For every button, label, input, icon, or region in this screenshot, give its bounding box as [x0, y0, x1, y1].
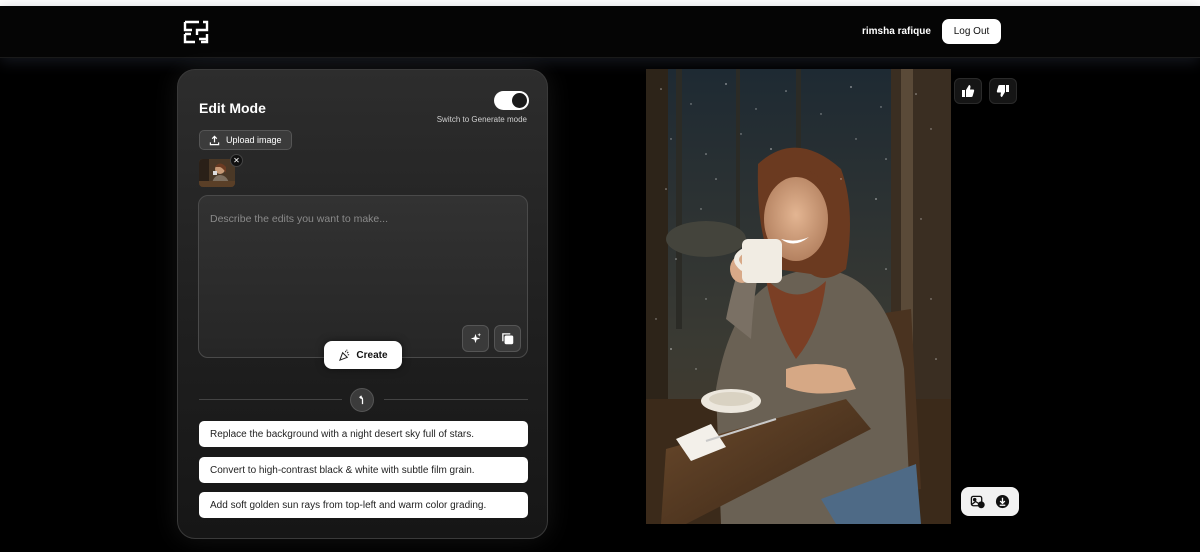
edit-prompt-input[interactable]	[210, 209, 510, 229]
edit-panel: Edit Mode Switch to Generate mode Upload…	[177, 69, 548, 539]
image-action-pill	[961, 487, 1019, 516]
username-label: rimsha rafique	[862, 26, 931, 37]
toggle-knob	[512, 93, 527, 108]
download-icon	[995, 494, 1009, 509]
undo-arrow-icon	[358, 394, 363, 404]
suggestion-item[interactable]: Convert to high-contrast black & white w…	[199, 457, 528, 483]
toggle-label: Switch to Generate mode	[436, 115, 527, 124]
top-navbar: rimsha rafique Log Out	[0, 6, 1200, 58]
thumbs-up-icon	[962, 85, 975, 97]
suggestion-item[interactable]: Add soft golden sun rays from top-left a…	[199, 492, 528, 518]
upload-label: Upload image	[226, 135, 282, 145]
download-button[interactable]	[994, 494, 1010, 510]
use-as-input-button[interactable]	[970, 494, 986, 510]
thumbs-down-icon	[996, 85, 1009, 97]
image-edit-icon	[970, 495, 985, 509]
mode-toggle[interactable]	[494, 91, 529, 110]
divider-right	[384, 399, 528, 400]
divider-left	[199, 399, 342, 400]
brand-logo-icon[interactable]	[183, 19, 209, 45]
panel-title: Edit Mode	[199, 100, 266, 116]
sparkle-icon	[470, 332, 482, 344]
logout-button[interactable]: Log Out	[942, 19, 1001, 44]
suggestion-item[interactable]: Replace the background with a night dese…	[199, 421, 528, 447]
remove-thumbnail-button[interactable]: ✕	[230, 154, 243, 167]
prompt-box	[198, 195, 528, 358]
create-label: Create	[356, 349, 388, 361]
enhance-prompt-button[interactable]	[462, 325, 489, 352]
upload-icon	[209, 135, 220, 145]
undo-button[interactable]	[350, 388, 374, 412]
dislike-button[interactable]	[989, 78, 1017, 104]
copy-prompt-button[interactable]	[494, 325, 521, 352]
result-image	[646, 69, 951, 524]
like-button[interactable]	[954, 78, 982, 104]
upload-image-button[interactable]: Upload image	[199, 130, 292, 150]
party-popper-icon	[339, 348, 350, 361]
copy-icon	[502, 333, 514, 345]
create-button[interactable]: Create	[324, 341, 402, 369]
close-icon: ✕	[233, 156, 240, 165]
